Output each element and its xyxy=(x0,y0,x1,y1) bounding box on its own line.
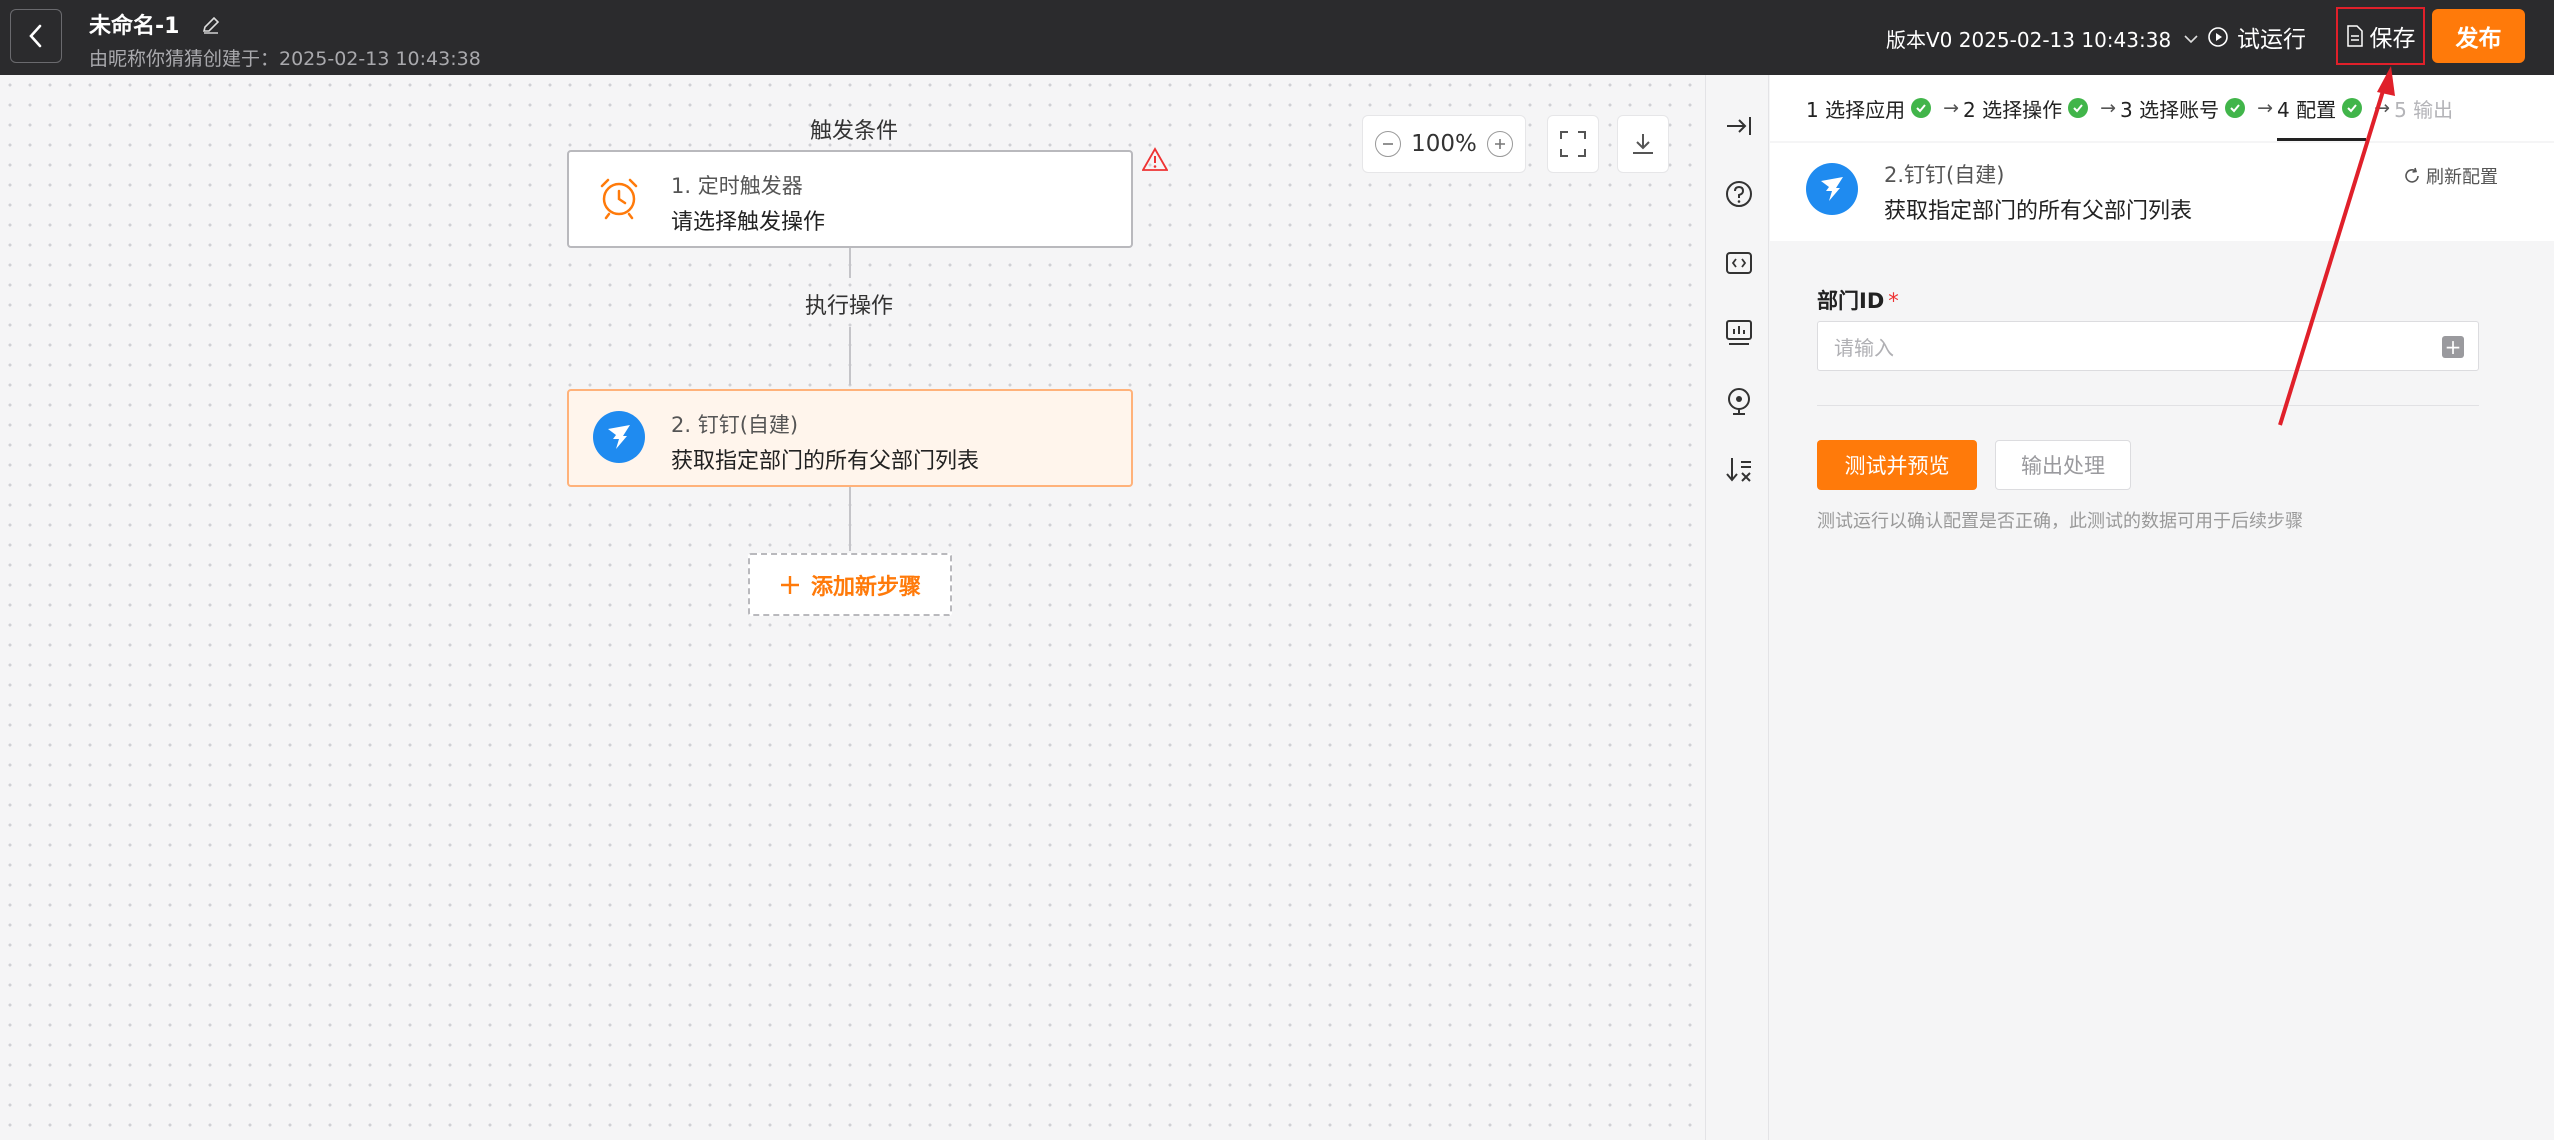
chevron-down-icon xyxy=(2184,34,2198,43)
step-label: 4 配置 xyxy=(2277,97,2337,122)
input-placeholder: 请输入 xyxy=(1834,335,1894,360)
arrow-right-icon: → xyxy=(2257,97,2274,119)
minus-icon xyxy=(1383,143,1393,145)
back-button[interactable] xyxy=(10,9,62,63)
page-title: 未命名-1 xyxy=(89,14,180,39)
side-toolbar xyxy=(1707,75,1769,1140)
test-hint-text: 测试运行以确认配置是否正确，此测试的数据可用于后续步骤 xyxy=(1817,511,2303,532)
check-icon xyxy=(1911,98,1932,118)
node-description: 请选择触发操作 xyxy=(671,210,826,235)
check-icon xyxy=(2342,98,2363,118)
add-step-button[interactable]: 添加新步骤 xyxy=(748,553,952,616)
zoom-out-button[interactable] xyxy=(1375,131,1401,157)
app-info-card: 2.钉钉(自建) 获取指定部门的所有父部门列表 刷新配置 xyxy=(1770,143,2554,241)
zoom-level: 100% xyxy=(1411,131,1477,157)
connector-line xyxy=(849,248,851,278)
created-info: 由昵称你猜猜创建于：2025-02-13 10:43:38 xyxy=(89,48,481,70)
save-button[interactable]: 保存 xyxy=(2336,7,2425,65)
code-icon[interactable] xyxy=(1724,248,1754,278)
document-icon xyxy=(2346,25,2363,47)
step-select-account[interactable]: 3 选择账号 → xyxy=(2120,75,2277,141)
edit-icon[interactable] xyxy=(200,14,222,36)
node-description: 获取指定部门的所有父部门列表 xyxy=(671,449,980,474)
add-step-label: 添加新步骤 xyxy=(810,574,921,600)
arrow-right-icon: → xyxy=(2100,97,2117,119)
trigger-node[interactable]: 1. 定时触发器 请选择触发操作 xyxy=(567,150,1133,248)
fullscreen-icon xyxy=(1560,131,1586,157)
step-label: 1 选择应用 xyxy=(1806,97,1906,122)
step-select-app[interactable]: 1 选择应用 → xyxy=(1806,75,1963,141)
alarm-clock-icon xyxy=(593,172,645,224)
download-icon xyxy=(1633,134,1653,154)
workflow-canvas[interactable]: 触发条件 1. 定时触发器 请选择触发操作 执行操作 2. 钉钉(自建) 获取指… xyxy=(0,75,1706,1140)
output-processing-button[interactable]: 输出处理 xyxy=(1995,440,2131,490)
field-label-text: 部门ID xyxy=(1817,289,1885,313)
trigger-section-title: 触发条件 xyxy=(810,119,899,144)
download-button[interactable] xyxy=(1617,115,1669,173)
arrow-right-icon: → xyxy=(1943,97,1960,119)
step-configure[interactable]: 4 配置 → xyxy=(2277,75,2394,141)
node-step-label: 1. 定时触发器 xyxy=(671,174,803,198)
action-section-title: 执行操作 xyxy=(805,294,894,319)
department-id-input[interactable]: 请输入 + xyxy=(1817,321,2479,371)
sort-variables-icon[interactable] xyxy=(1724,455,1754,485)
chevron-left-icon xyxy=(29,24,42,48)
version-dropdown[interactable]: 版本V0 2025-02-13 10:43:38 xyxy=(1886,24,2199,53)
save-label: 保存 xyxy=(2369,26,2416,52)
plus-icon xyxy=(1494,139,1505,149)
check-icon xyxy=(2225,98,2246,118)
insert-variable-icon[interactable]: + xyxy=(2442,336,2464,358)
required-marker: * xyxy=(1888,289,1899,313)
collapse-panel-icon[interactable] xyxy=(1724,111,1754,141)
zoom-control: 100% xyxy=(1362,115,1526,173)
step-label: 5 输出 xyxy=(2394,97,2454,122)
plus-icon xyxy=(780,575,799,594)
connector-line xyxy=(849,487,851,551)
app-action-description: 获取指定部门的所有父部门列表 xyxy=(1884,199,2193,224)
refresh-config-button[interactable]: 刷新配置 xyxy=(2403,163,2498,189)
play-circle-icon xyxy=(2208,27,2228,47)
config-panel: 1 选择应用 → 2 选择操作 → 3 选择账号 → 4 配置 → 5 输出 2… xyxy=(1770,75,2554,1140)
connector-line xyxy=(849,327,851,385)
step-progress: 1 选择应用 → 2 选择操作 → 3 选择账号 → 4 配置 → 5 输出 xyxy=(1770,75,2554,141)
action-node[interactable]: 2. 钉钉(自建) 获取指定部门的所有父部门列表 xyxy=(567,389,1133,487)
help-icon[interactable] xyxy=(1724,179,1754,209)
dingtalk-icon xyxy=(1806,163,1858,215)
warning-icon xyxy=(1142,147,1168,171)
log-chart-icon[interactable] xyxy=(1724,317,1754,347)
step-select-action[interactable]: 2 选择操作 → xyxy=(1963,75,2120,141)
node-step-label: 2. 钉钉(自建) xyxy=(671,413,799,437)
test-run-label: 试运行 xyxy=(2237,27,2306,53)
refresh-icon xyxy=(2405,167,2419,183)
version-label: 版本V0 2025-02-13 10:43:38 xyxy=(1886,28,2172,52)
app-step-label: 2.钉钉(自建) xyxy=(1884,163,2005,187)
step-output[interactable]: 5 输出 xyxy=(2394,75,2453,141)
refresh-label: 刷新配置 xyxy=(2426,167,2498,188)
step-label: 3 选择账号 xyxy=(2120,97,2220,122)
fullscreen-button[interactable] xyxy=(1547,115,1599,173)
check-icon xyxy=(2068,98,2089,118)
location-icon[interactable] xyxy=(1724,386,1754,416)
test-preview-button[interactable]: 测试并预览 xyxy=(1817,440,1977,490)
test-run-button[interactable]: 试运行 xyxy=(2207,20,2306,54)
top-bar: 未命名-1 由昵称你猜猜创建于：2025-02-13 10:43:38 版本V0… xyxy=(0,0,2554,75)
divider xyxy=(1817,405,2479,406)
department-id-label: 部门ID * xyxy=(1817,285,1899,315)
publish-button[interactable]: 发布 xyxy=(2432,9,2525,63)
arrow-right-icon: → xyxy=(2374,97,2391,119)
zoom-in-button[interactable] xyxy=(1486,131,1513,157)
dingtalk-icon xyxy=(593,411,645,463)
step-label: 2 选择操作 xyxy=(1963,97,2063,122)
